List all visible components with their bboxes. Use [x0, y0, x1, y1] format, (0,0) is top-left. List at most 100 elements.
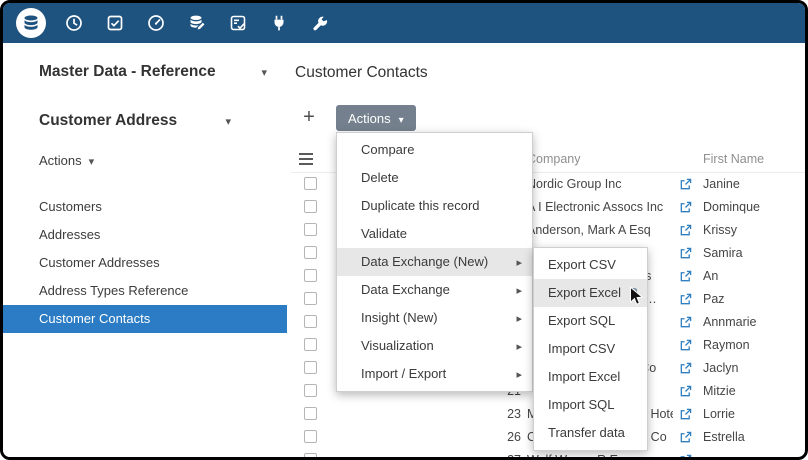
- menu-item-visualization[interactable]: Visualization: [337, 332, 532, 360]
- row-checkbox[interactable]: [304, 453, 317, 460]
- first-name-cell: Mitzie: [703, 384, 736, 398]
- chevron-right-icon: [516, 276, 522, 305]
- first-name-cell: Estrella: [703, 430, 745, 444]
- sidebar-item-address-types-reference[interactable]: Address Types Reference: [3, 277, 287, 305]
- row-checkbox[interactable]: [304, 430, 317, 443]
- mouse-cursor-icon: [629, 286, 644, 307]
- submenu-item-export-csv[interactable]: Export CSV: [534, 251, 647, 279]
- history-clock-icon[interactable]: [65, 14, 83, 32]
- first-name-cell: Annmarie: [703, 315, 757, 329]
- row-checkbox[interactable]: [304, 384, 317, 397]
- actions-button[interactable]: Actions: [336, 105, 416, 131]
- row-checkbox[interactable]: [304, 292, 317, 305]
- first-name-cell: Krissy: [703, 223, 737, 237]
- dashboard-gauge-icon[interactable]: [147, 14, 165, 32]
- row-checkbox[interactable]: [304, 338, 317, 351]
- chevron-down-icon: [261, 63, 267, 81]
- open-record-link-icon[interactable]: [679, 178, 692, 191]
- row-checkbox[interactable]: [304, 315, 317, 328]
- row-checkbox[interactable]: [304, 177, 317, 190]
- menu-item-duplicate-this-record[interactable]: Duplicate this record: [337, 192, 532, 220]
- open-record-link-icon[interactable]: [679, 362, 692, 375]
- sidebar-item-customers[interactable]: Customers: [3, 193, 287, 221]
- chevron-right-icon: [516, 332, 522, 361]
- row-checkbox[interactable]: [304, 200, 317, 213]
- menu-item-insight-new[interactable]: Insight (New): [337, 304, 532, 332]
- actions-button-label: Actions: [348, 111, 391, 126]
- open-record-link-icon[interactable]: [679, 385, 692, 398]
- data-exchange-submenu: Export CSV Export Excel? Export SQL Impo…: [533, 247, 648, 451]
- submenu-item-transfer-data[interactable]: Transfer data: [534, 419, 647, 447]
- model-selector-label: Master Data - Reference: [39, 63, 216, 81]
- first-name-cell: Janine: [703, 177, 740, 191]
- row-checkbox[interactable]: [304, 407, 317, 420]
- chevron-right-icon: [516, 360, 522, 389]
- chevron-right-icon: [516, 248, 522, 277]
- sidebar: Master Data - Reference Customer Address…: [3, 43, 291, 457]
- sidebar-item-customer-contacts[interactable]: Customer Contacts: [3, 305, 287, 333]
- first-name-cell: Samira: [703, 246, 743, 260]
- open-record-link-icon[interactable]: [679, 270, 692, 283]
- first-name-cell: Jaclyn: [703, 361, 738, 375]
- menu-item-data-exchange-new[interactable]: Data Exchange (New): [337, 248, 532, 276]
- open-record-link-icon[interactable]: [679, 408, 692, 421]
- row-id: 26: [441, 430, 521, 444]
- top-navigation-bar: [3, 3, 805, 43]
- company-cell: Nordic Group Inc: [527, 177, 673, 191]
- sidebar-actions-label: Actions: [39, 153, 82, 168]
- first-name-cell: An: [703, 269, 718, 283]
- open-record-link-icon[interactable]: [679, 293, 692, 306]
- first-name-cell: Paz: [703, 292, 725, 306]
- menu-item-label: Import / Export: [361, 366, 446, 381]
- menu-item-delete[interactable]: Delete: [337, 164, 532, 192]
- submenu-item-import-sql[interactable]: Import SQL: [534, 391, 647, 419]
- row-checkbox[interactable]: [304, 269, 317, 282]
- chevron-down-icon: [399, 111, 404, 126]
- submenu-item-import-csv[interactable]: Import CSV: [534, 335, 647, 363]
- add-record-button[interactable]: +: [297, 105, 321, 129]
- submenu-item-export-sql[interactable]: Export SQL: [534, 307, 647, 335]
- row-checkbox[interactable]: [304, 223, 317, 236]
- company-cell: Anderson, Mark A Esq: [527, 223, 673, 237]
- actions-dropdown-menu: Compare Delete Duplicate this record Val…: [336, 132, 533, 392]
- chevron-right-icon: [516, 304, 522, 333]
- sidebar-actions-menu-button[interactable]: Actions: [39, 153, 94, 168]
- menu-item-label: Export Excel: [548, 285, 621, 300]
- sidebar-item-addresses[interactable]: Addresses: [3, 221, 287, 249]
- menu-item-data-exchange[interactable]: Data Exchange: [337, 276, 532, 304]
- column-menu-icon[interactable]: [299, 153, 313, 165]
- row-id: 27: [441, 453, 521, 460]
- open-record-link-icon[interactable]: [679, 431, 692, 444]
- open-record-link-icon[interactable]: [679, 224, 692, 237]
- open-record-link-icon[interactable]: [679, 339, 692, 352]
- open-record-link-icon[interactable]: [679, 316, 692, 329]
- database-icon[interactable]: [16, 8, 46, 38]
- entity-selector[interactable]: Customer Address: [39, 112, 231, 130]
- entity-list: Customers Addresses Customer Addresses A…: [3, 193, 287, 333]
- menu-item-label: Data Exchange: [361, 282, 450, 297]
- tasks-checkbox-icon[interactable]: [106, 14, 124, 32]
- open-record-link-icon[interactable]: [679, 454, 692, 460]
- menu-item-label: Data Exchange (New): [361, 254, 488, 269]
- row-checkbox[interactable]: [304, 361, 317, 374]
- menu-item-compare[interactable]: Compare: [337, 136, 532, 164]
- app-frame: Master Data - Reference Customer Address…: [0, 0, 808, 460]
- open-record-link-icon[interactable]: [679, 201, 692, 214]
- column-header-first-name[interactable]: First Name: [703, 152, 764, 166]
- chevron-down-icon: [225, 112, 231, 130]
- plug-icon[interactable]: [270, 14, 288, 32]
- menu-item-validate[interactable]: Validate: [337, 220, 532, 248]
- company-cell: Wolf Wayne R Esq: [527, 453, 673, 460]
- data-edit-icon[interactable]: [188, 14, 206, 32]
- submenu-item-import-excel[interactable]: Import Excel: [534, 363, 647, 391]
- menu-item-import-export[interactable]: Import / Export: [337, 360, 532, 388]
- row-id: 23: [441, 407, 521, 421]
- sidebar-item-customer-addresses[interactable]: Customer Addresses: [3, 249, 287, 277]
- wrench-icon[interactable]: [311, 14, 329, 32]
- open-record-link-icon[interactable]: [679, 247, 692, 260]
- column-header-company[interactable]: Company: [527, 152, 581, 166]
- form-check-icon[interactable]: [229, 14, 247, 32]
- model-selector[interactable]: Master Data - Reference: [39, 63, 267, 81]
- row-checkbox[interactable]: [304, 246, 317, 259]
- menu-item-label: Insight (New): [361, 310, 438, 325]
